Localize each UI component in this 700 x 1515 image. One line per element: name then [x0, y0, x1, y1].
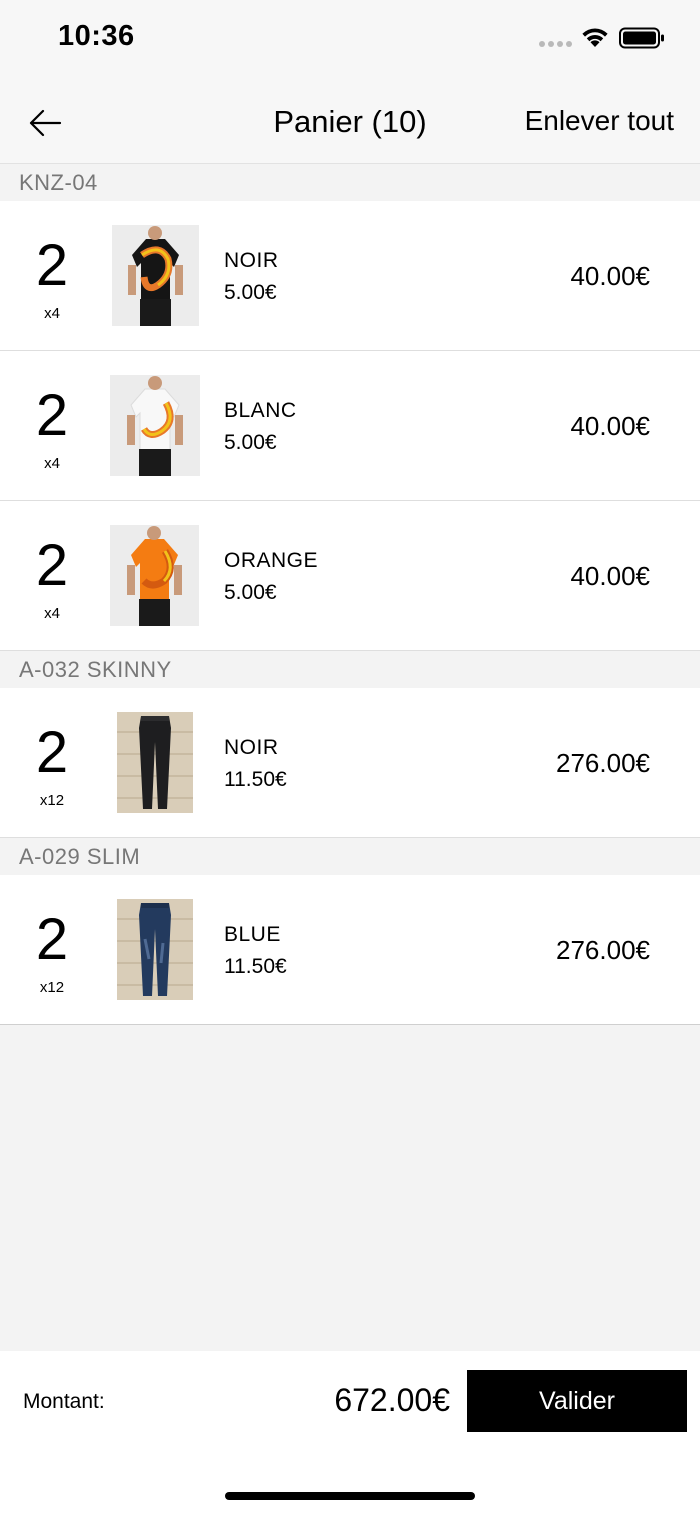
item-color: NOIR [224, 249, 279, 272]
item-unit-price: 5.00€ [224, 281, 277, 304]
wifi-icon [580, 26, 610, 48]
product-thumbnail [112, 225, 199, 326]
amount-label: Montant: [23, 1390, 105, 1413]
item-total: 40.00€ [570, 261, 650, 291]
item-total: 40.00€ [570, 411, 650, 441]
item-quantity: 2 [35, 383, 69, 448]
item-unit-price: 11.50€ [224, 768, 287, 791]
cart-list: KNZ-04 2 x4 NOIR 5.00€ 40.00€ 2 x4 BLANC… [0, 164, 700, 1025]
status-time: 10:36 [58, 20, 135, 52]
product-thumbnail [110, 375, 200, 476]
item-color: BLANC [224, 399, 297, 422]
checkout-footer: Montant: 672.00€ Valider [0, 1351, 700, 1515]
cellular-signal-icon [539, 41, 573, 47]
remove-all-button[interactable]: Enlever tout [525, 105, 674, 137]
battery-icon [619, 27, 665, 49]
home-indicator[interactable] [225, 1492, 475, 1500]
item-multiplier: x12 [39, 979, 65, 996]
cart-item-row[interactable]: 2 x4 ORANGE 5.00€ 40.00€ [0, 501, 700, 651]
item-color: NOIR [224, 736, 279, 759]
item-color: BLUE [224, 923, 281, 946]
item-multiplier: x4 [44, 455, 60, 472]
cart-item-row[interactable]: 2 x4 BLANC 5.00€ 40.00€ [0, 351, 700, 501]
item-quantity: 2 [35, 533, 69, 598]
item-total: 276.00€ [556, 935, 650, 965]
item-unit-price: 11.50€ [224, 955, 287, 978]
item-unit-price: 5.00€ [224, 431, 277, 454]
nav-bar: Panier (10) Enlever tout [0, 80, 700, 164]
item-total: 276.00€ [556, 748, 650, 778]
item-quantity: 2 [35, 907, 69, 972]
product-thumbnail [117, 712, 193, 813]
item-quantity: 2 [35, 233, 69, 298]
amount-value: 672.00€ [334, 1382, 450, 1418]
section-header: KNZ-04 [0, 164, 700, 201]
item-quantity: 2 [35, 720, 69, 785]
product-thumbnail [117, 899, 193, 1000]
item-multiplier: x12 [39, 792, 65, 809]
product-thumbnail [110, 525, 199, 626]
item-color: ORANGE [224, 549, 319, 572]
item-multiplier: x4 [44, 305, 60, 322]
status-bar: 10:36 [0, 0, 700, 80]
cart-item-row[interactable]: 2 x12 NOIR 11.50€ 276.00€ [0, 688, 700, 838]
item-total: 40.00€ [570, 561, 650, 591]
cart-item-row[interactable]: 2 x12 BLUE 11.50€ 276.00€ [0, 875, 700, 1025]
validate-button[interactable]: Valider [467, 1370, 687, 1432]
section-header: A-029 SLIM [0, 838, 700, 875]
cart-item-row[interactable]: 2 x4 NOIR 5.00€ 40.00€ [0, 201, 700, 351]
item-multiplier: x4 [44, 605, 60, 622]
section-header: A-032 SKINNY [0, 651, 700, 688]
item-unit-price: 5.00€ [224, 581, 277, 604]
